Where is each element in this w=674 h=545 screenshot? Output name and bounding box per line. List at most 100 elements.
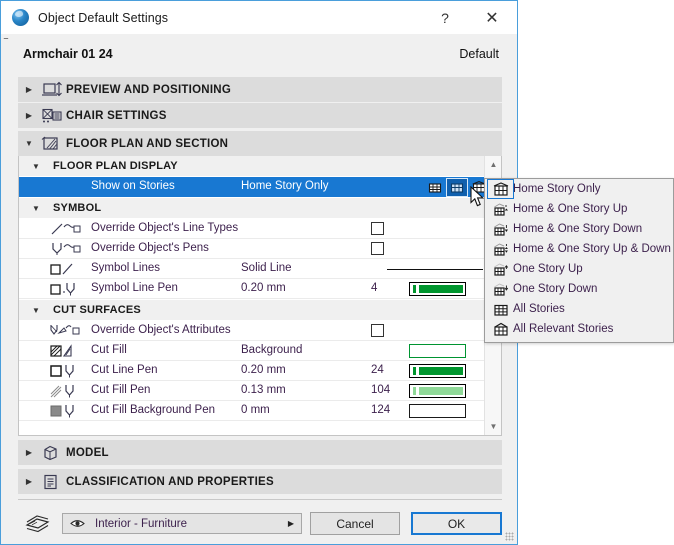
chevron-right-icon: ▶ xyxy=(18,111,40,120)
pen-color-swatch[interactable] xyxy=(409,282,466,296)
pen-number: 4 xyxy=(371,282,377,294)
menu-item-label: Home & One Story Up xyxy=(513,203,627,215)
cut-fill-icon xyxy=(49,342,87,360)
chevron-down-icon: ▼ xyxy=(19,204,53,213)
section-preview-and-positioning[interactable]: ▶ PREVIEW AND POSITIONING xyxy=(18,77,502,102)
floor-plan-settings-list: ▼ FLOOR PLAN DISPLAY Show on Stories Hom… xyxy=(18,156,502,436)
swatch-tick xyxy=(413,367,416,375)
pen-number: 104 xyxy=(371,384,390,396)
pen-color-swatch[interactable] xyxy=(409,384,466,398)
pens-override-icon xyxy=(49,240,87,258)
row-label: Override Object's Attributes xyxy=(91,324,231,336)
object-name: Armchair 01 24 xyxy=(23,47,113,61)
pen-number: 124 xyxy=(371,404,390,416)
line-types-override-icon xyxy=(49,220,87,238)
checkbox-override-line-types[interactable] xyxy=(371,222,384,235)
menu-item-label: Home & One Story Down xyxy=(513,223,642,235)
checkbox-override-attributes[interactable] xyxy=(371,324,384,337)
floor-plan-section-icon xyxy=(40,135,66,153)
swatch-tick xyxy=(413,285,416,293)
all-relevant-stories-icon xyxy=(488,320,513,338)
object-name-row: Armchair 01 24 Default xyxy=(1,39,517,69)
eye-icon xyxy=(69,517,95,531)
layers-stack-icon[interactable] xyxy=(24,512,54,534)
resize-grip[interactable] xyxy=(505,532,514,541)
chevron-down-icon: ▼ xyxy=(19,306,53,315)
cut-fill-bg-pen-icon xyxy=(49,402,87,420)
row-label: Cut Fill Background Pen xyxy=(91,404,215,416)
attributes-override-icon xyxy=(49,322,87,340)
row-label: Cut Fill Pen xyxy=(91,384,150,396)
section-classification-and-properties[interactable]: ▶ CLASSIFICATION AND PROPERTIES xyxy=(18,469,502,494)
row-value: Background xyxy=(241,344,302,356)
menu-item-all-relevant-stories[interactable]: All Relevant Stories xyxy=(485,319,673,339)
menu-item-one-story-up[interactable]: One Story Up xyxy=(485,259,673,279)
cancel-button[interactable]: Cancel xyxy=(310,512,400,535)
group-symbol[interactable]: ▼ SYMBOL xyxy=(19,198,484,218)
story-button-selected[interactable] xyxy=(447,179,467,196)
menu-item-home-one-story-up[interactable]: Home & One Story Up xyxy=(485,199,673,219)
menu-item-label: One Story Up xyxy=(513,263,583,275)
scroll-up-icon[interactable]: ▲ xyxy=(485,156,502,173)
row-value: 0.20 mm xyxy=(241,282,286,294)
row-value: 0 mm xyxy=(241,404,270,416)
all-stories-icon xyxy=(488,300,513,318)
close-button[interactable]: ✕ xyxy=(473,2,511,34)
row-label: Symbol Lines xyxy=(91,262,160,274)
menu-item-home-one-story-up-down[interactable]: Home & One Story Up & Down xyxy=(485,239,673,259)
menu-item-home-story-only[interactable]: Home Story Only xyxy=(485,179,673,199)
row-label: Symbol Line Pen xyxy=(91,282,178,294)
row-override-pens[interactable]: Override Object's Pens xyxy=(19,239,484,259)
row-cut-line-pen[interactable]: Cut Line Pen 0.20 mm 24 xyxy=(19,361,484,381)
scroll-down-icon[interactable]: ▼ xyxy=(485,418,502,435)
archicad-logo-icon xyxy=(12,9,29,26)
row-label: Cut Line Pen xyxy=(91,364,158,376)
section-label: FLOOR PLAN AND SECTION xyxy=(66,138,228,150)
section-label: MODEL xyxy=(66,447,109,459)
one-story-up-icon xyxy=(488,260,513,278)
section-floor-plan-and-section[interactable]: ▼ FLOOR PLAN AND SECTION xyxy=(18,131,502,156)
section-label: PREVIEW AND POSITIONING xyxy=(66,84,231,96)
row-override-attributes[interactable]: Override Object's Attributes xyxy=(19,321,484,341)
chevron-down-icon: ▼ xyxy=(18,139,40,148)
title-bar: Object Default Settings ? ✕ xyxy=(1,1,517,34)
group-floor-plan-display[interactable]: ▼ FLOOR PLAN DISPLAY xyxy=(19,156,484,176)
chair-settings-icon xyxy=(40,107,66,125)
ok-button[interactable]: OK xyxy=(411,512,502,535)
group-label: SYMBOL xyxy=(53,202,101,214)
classification-properties-icon xyxy=(40,473,66,491)
row-override-line-types[interactable]: Override Object's Line Types xyxy=(19,219,484,239)
row-symbol-lines[interactable]: Symbol Lines Solid Line xyxy=(19,259,484,279)
pen-color-swatch[interactable] xyxy=(409,364,466,378)
menu-item-label: All Stories xyxy=(513,303,565,315)
row-cut-fill-pen[interactable]: Cut Fill Pen 0.13 mm 104 xyxy=(19,381,484,401)
row-symbol-line-pen[interactable]: Symbol Line Pen 0.20 mm 4 xyxy=(19,279,484,299)
menu-item-one-story-down[interactable]: One Story Down xyxy=(485,279,673,299)
row-show-on-stories[interactable]: Show on Stories Home Story Only xyxy=(19,177,484,197)
row-value: 0.20 mm xyxy=(241,364,286,376)
home-one-story-up-icon xyxy=(488,200,513,218)
section-model[interactable]: ▶ MODEL xyxy=(18,440,502,465)
checkbox-override-pens[interactable] xyxy=(371,242,384,255)
row-cut-fill[interactable]: Cut Fill Background xyxy=(19,341,484,361)
menu-item-home-one-story-down[interactable]: Home & One Story Down xyxy=(485,219,673,239)
window-border xyxy=(0,0,1,545)
fill-color-swatch[interactable] xyxy=(409,344,466,358)
object-default-settings-dialog: Object Default Settings ? ✕ ▼ Armchair 0… xyxy=(0,0,518,545)
row-label: Cut Fill xyxy=(91,344,127,356)
chevron-right-icon: ▶ xyxy=(18,448,40,457)
model-cube-icon xyxy=(40,444,66,462)
swatch-color xyxy=(419,285,463,293)
group-cut-surfaces[interactable]: ▼ CUT SURFACES xyxy=(19,300,484,320)
layer-selector[interactable]: Interior - Furniture ▶ xyxy=(62,513,302,534)
menu-item-all-stories[interactable]: All Stories xyxy=(485,299,673,319)
home-story-only-icon xyxy=(488,180,513,198)
chevron-down-icon: ▼ xyxy=(19,162,53,171)
story-button-all-stories[interactable] xyxy=(425,179,445,196)
home-one-story-up-down-icon xyxy=(488,240,513,258)
section-chair-settings[interactable]: ▶ CHAIR SETTINGS xyxy=(18,103,502,128)
help-button[interactable]: ? xyxy=(426,2,464,34)
row-cut-fill-background-pen[interactable]: Cut Fill Background Pen 0 mm 124 xyxy=(19,401,484,421)
chevron-right-icon: ▶ xyxy=(288,519,294,528)
pen-color-swatch[interactable] xyxy=(409,404,466,418)
